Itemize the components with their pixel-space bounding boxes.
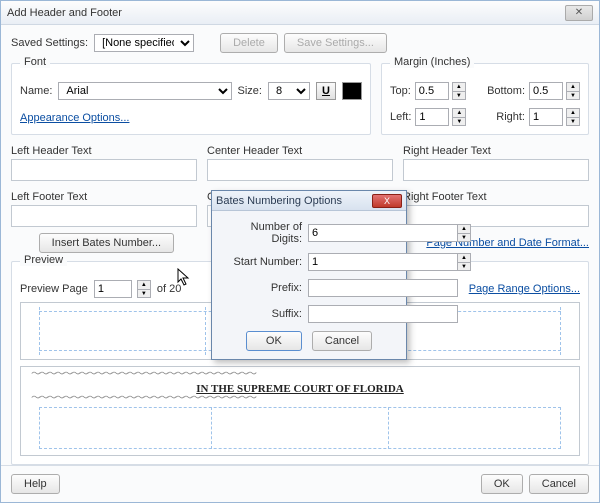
margin-right-label: Right: — [496, 111, 525, 123]
preview-legend: Preview — [20, 254, 67, 266]
saved-settings-select[interactable]: [None specified] — [94, 34, 194, 52]
center-header-input[interactable] — [207, 159, 393, 181]
titlebar: Add Header and Footer ✕ — [1, 1, 599, 25]
font-size-select[interactable]: 8 — [268, 82, 310, 100]
margin-left-spinner[interactable]: ▲▼ — [452, 108, 466, 126]
margin-top-input[interactable] — [415, 82, 449, 100]
preview-doc-text: IN THE SUPREME COURT OF FLORIDA — [21, 383, 579, 395]
font-group: Font Name: Arial Size: 8 U Appearance Op… — [11, 63, 371, 135]
margin-left-label: Left: — [390, 111, 411, 123]
margin-left-input[interactable] — [415, 108, 449, 126]
bates-numbering-dialog: Bates Numbering Options X Number of Digi… — [211, 190, 407, 360]
font-name-label: Name: — [20, 85, 52, 97]
window-close-button[interactable]: ✕ — [565, 5, 593, 21]
prefix-input[interactable] — [308, 279, 458, 297]
center-header-label: Center Header Text — [207, 145, 393, 157]
bates-ok-button[interactable]: OK — [246, 331, 302, 351]
margin-legend: Margin (Inches) — [390, 56, 474, 68]
font-color-button[interactable] — [342, 82, 362, 100]
left-footer-input[interactable] — [11, 205, 197, 227]
delete-button[interactable]: Delete — [220, 33, 278, 53]
window-title: Add Header and Footer — [7, 7, 122, 19]
preview-page-input[interactable] — [94, 280, 132, 298]
page-range-options-link[interactable]: Page Range Options... — [469, 283, 580, 295]
margin-top-label: Top: — [390, 85, 411, 97]
font-name-select[interactable]: Arial — [58, 82, 231, 100]
ok-button[interactable]: OK — [481, 474, 523, 494]
start-spinner[interactable]: ▲▼ — [457, 253, 471, 271]
digits-label: Number of Digits: — [222, 221, 308, 245]
prefix-label: Prefix: — [222, 282, 308, 294]
font-legend: Font — [20, 56, 50, 68]
cancel-button[interactable]: Cancel — [529, 474, 589, 494]
left-footer-label: Left Footer Text — [11, 191, 197, 203]
font-size-label: Size: — [238, 85, 262, 97]
right-footer-label: Right Footer Text — [403, 191, 589, 203]
save-settings-button[interactable]: Save Settings... — [284, 33, 387, 53]
margin-top-spinner[interactable]: ▲▼ — [452, 82, 466, 100]
digits-input[interactable] — [308, 224, 458, 242]
digits-spinner[interactable]: ▲▼ — [457, 224, 471, 242]
right-header-label: Right Header Text — [403, 145, 589, 157]
right-header-input[interactable] — [403, 159, 589, 181]
preview-page-spinner[interactable]: ▲▼ — [137, 280, 151, 298]
start-label: Start Number: — [222, 256, 308, 268]
margin-group: Margin (Inches) Top: ▲▼ Bottom: ▲▼ Left:… — [381, 63, 589, 135]
margin-bottom-input[interactable] — [529, 82, 563, 100]
bates-cancel-button[interactable]: Cancel — [312, 331, 372, 351]
suffix-input[interactable] — [308, 305, 458, 323]
suffix-label: Suffix: — [222, 308, 308, 320]
margin-right-input[interactable] — [529, 108, 563, 126]
saved-settings-label: Saved Settings: — [11, 37, 88, 49]
left-header-label: Left Header Text — [11, 145, 197, 157]
preview-document-area: IN THE SUPREME COURT OF FLORIDA — [20, 366, 580, 456]
help-button[interactable]: Help — [11, 474, 60, 494]
add-header-footer-window: Add Header and Footer ✕ Saved Settings: … — [0, 0, 600, 503]
insert-bates-number-button[interactable]: Insert Bates Number... — [39, 233, 174, 253]
preview-page-label: Preview Page — [20, 283, 88, 295]
start-input[interactable] — [308, 253, 458, 271]
appearance-options-link[interactable]: Appearance Options... — [20, 112, 129, 124]
bates-dialog-close-button[interactable]: X — [372, 194, 402, 208]
margin-bottom-spinner[interactable]: ▲▼ — [566, 82, 580, 100]
bates-dialog-title: Bates Numbering Options — [216, 195, 342, 207]
margin-bottom-label: Bottom: — [487, 85, 525, 97]
margin-right-spinner[interactable]: ▲▼ — [566, 108, 580, 126]
underline-button[interactable]: U — [316, 82, 336, 100]
preview-of-label: of 20 — [157, 283, 181, 295]
left-header-input[interactable] — [11, 159, 197, 181]
